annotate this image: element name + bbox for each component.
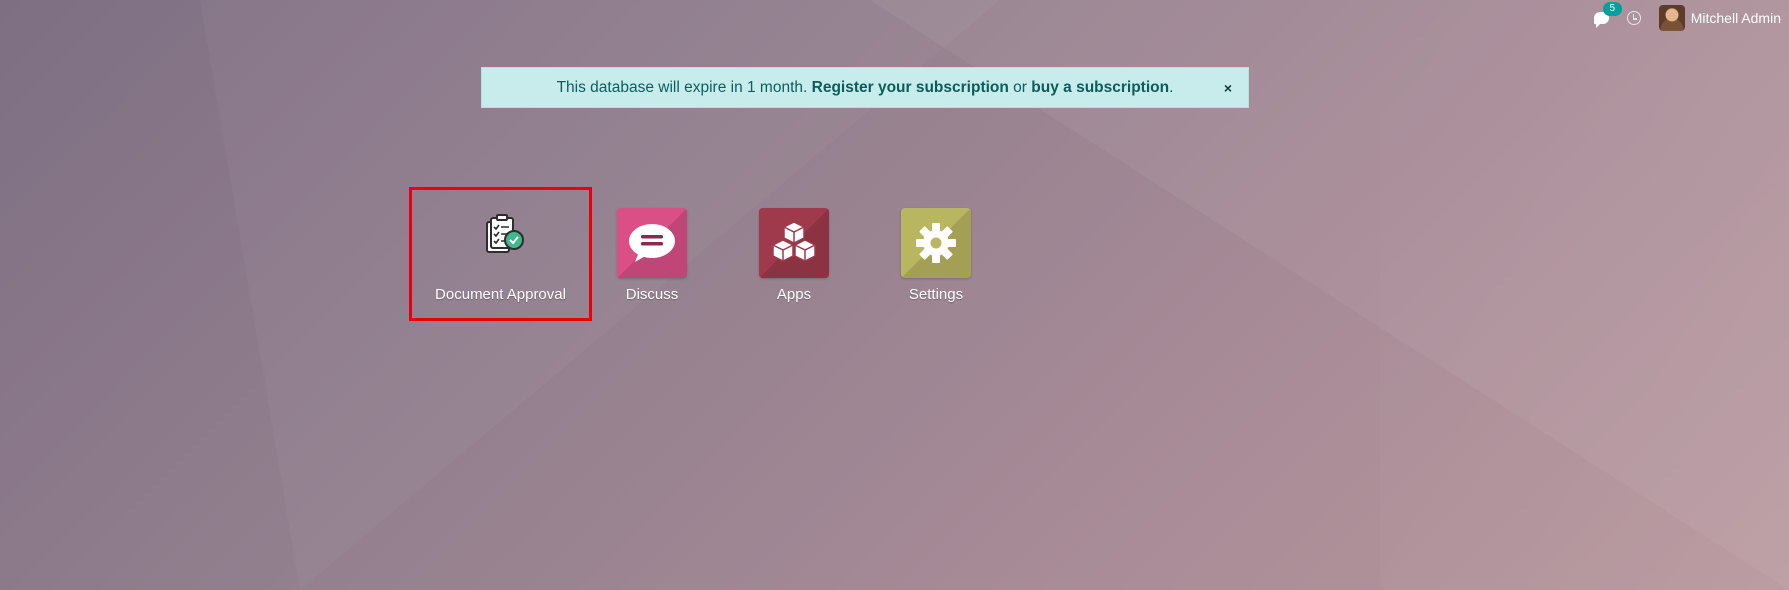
app-label: Apps bbox=[776, 286, 812, 303]
gear-icon bbox=[901, 208, 971, 278]
user-menu[interactable]: Mitchell Admin bbox=[1658, 5, 1781, 31]
close-icon[interactable]: × bbox=[1224, 80, 1232, 96]
app-discuss[interactable]: Discuss bbox=[581, 190, 723, 320]
register-subscription-link[interactable]: Register your subscription bbox=[812, 79, 1009, 96]
chat-bubble-icon bbox=[617, 208, 687, 278]
activities-menu[interactable] bbox=[1626, 11, 1641, 25]
avatar bbox=[1658, 5, 1685, 31]
messages-menu[interactable]: 5 bbox=[1593, 2, 1622, 28]
app-apps[interactable]: Apps bbox=[723, 190, 865, 320]
banner-text: This database will expire in 1 month. Re… bbox=[557, 79, 1174, 97]
app-label: Document Approval bbox=[435, 286, 566, 303]
app-grid: Document Approval Discuss Apps Settings bbox=[409, 187, 1007, 321]
buy-subscription-link[interactable]: buy a subscription bbox=[1031, 79, 1169, 96]
background-facet bbox=[1380, 0, 1789, 590]
clock-icon bbox=[1626, 11, 1641, 25]
banner-text-middle: or bbox=[1013, 78, 1027, 96]
messages-badge: 5 bbox=[1602, 2, 1622, 16]
app-label: Settings bbox=[908, 286, 964, 303]
systray: 5 Mitchell Admin bbox=[1593, 0, 1789, 36]
app-settings[interactable]: Settings bbox=[865, 190, 1007, 320]
banner-text-before: This database will expire in 1 month. bbox=[556, 78, 808, 96]
app-document-approval[interactable]: Document Approval bbox=[409, 187, 592, 321]
user-name: Mitchell Admin bbox=[1690, 10, 1781, 26]
cubes-icon bbox=[759, 208, 829, 278]
banner-text-end: . bbox=[1169, 78, 1174, 96]
document-approval-icon bbox=[466, 208, 536, 278]
subscription-banner: This database will expire in 1 month. Re… bbox=[481, 67, 1249, 108]
app-label: Discuss bbox=[625, 286, 679, 303]
